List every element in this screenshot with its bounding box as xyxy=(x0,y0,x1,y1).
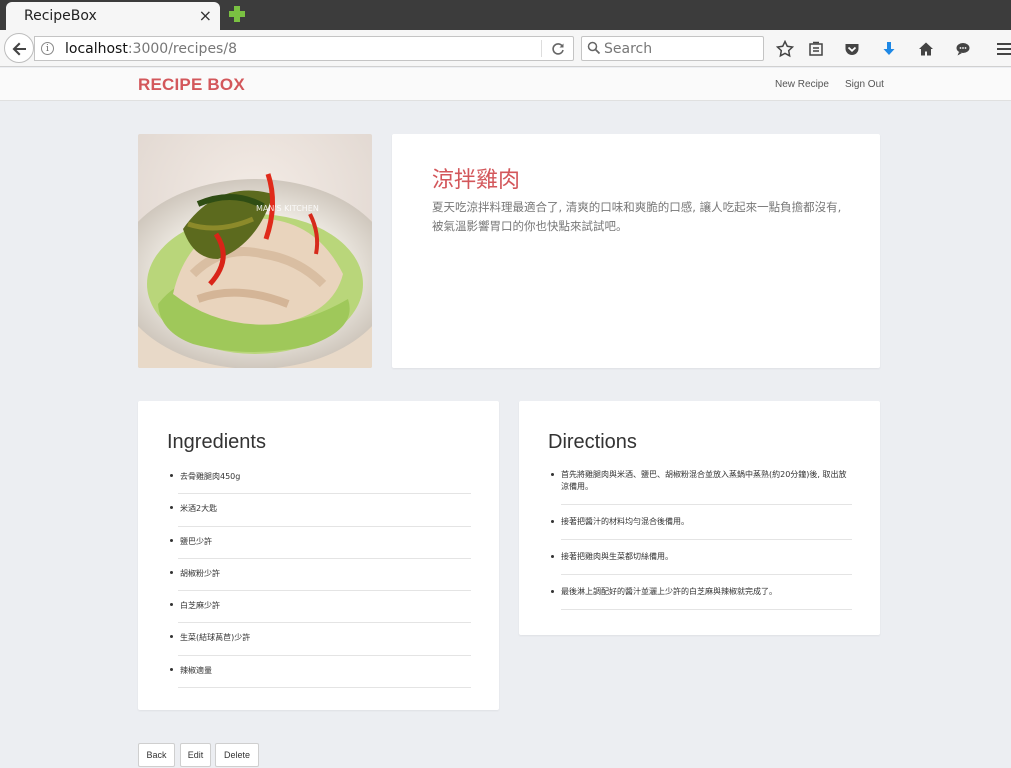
app-header: RECIPE BOX New Recipe Sign Out xyxy=(0,68,1011,101)
divider xyxy=(561,539,852,540)
ingredient-item: 胡椒粉少許 xyxy=(170,565,471,597)
ingredients-card: Ingredients 去骨雞腿肉450g 米酒2大匙 鹽巴少許 胡椒粉少許 白… xyxy=(138,401,499,710)
ingredient-text: 米酒2大匙 xyxy=(180,504,218,514)
ingredient-text: 鹽巴少許 xyxy=(180,536,212,546)
image-watermark: MAN'S KITCHEN xyxy=(256,204,319,213)
search-icon xyxy=(587,41,601,55)
recipe-summary-card: 涼拌雞肉 夏天吃涼拌料理最適合了, 清爽的口味和爽脆的口感, 讓人吃起來一點負擔… xyxy=(392,134,880,368)
nav-sign-out-link[interactable]: Sign Out xyxy=(845,79,884,90)
brand-logo[interactable]: RECIPE BOX xyxy=(138,75,245,95)
download-arrow-icon[interactable] xyxy=(878,38,900,60)
recipe-image: MAN'S KITCHEN xyxy=(138,134,372,368)
direction-text: 最後淋上調配好的醬汁並灑上少許的白芝麻與辣椒就完成了。 xyxy=(561,587,777,596)
chat-bubble-icon[interactable] xyxy=(952,38,974,60)
ingredients-list: 去骨雞腿肉450g 米酒2大匙 鹽巴少許 胡椒粉少許 白芝麻少許 生菜(結球萵苣… xyxy=(170,468,471,694)
ingredient-item: 白芝麻少許 xyxy=(170,597,471,629)
info-icon[interactable]: i xyxy=(41,42,54,55)
bookmark-star-icon[interactable] xyxy=(774,38,796,60)
home-icon[interactable] xyxy=(915,38,937,60)
divider xyxy=(178,493,471,495)
divider xyxy=(178,654,471,656)
back-button[interactable]: Back xyxy=(138,743,175,767)
direction-step: 接著把雞肉與生菜都切絲備用。 xyxy=(551,551,852,575)
ingredient-text: 生菜(結球萵苣)少許 xyxy=(180,633,251,643)
url-divider xyxy=(541,40,542,57)
divider xyxy=(561,574,852,575)
directions-card: Directions 首先將雞腿肉與米酒、鹽巴、胡椒粉混合並放入蒸鍋中蒸熟(約2… xyxy=(519,401,880,635)
search-input[interactable] xyxy=(604,39,754,58)
browser-toolbar: i localhost:3000/recipes/8 xyxy=(0,30,1011,67)
ingredient-item: 米酒2大匙 xyxy=(170,500,471,532)
pocket-icon[interactable] xyxy=(841,38,863,60)
url-text: localhost:3000/recipes/8 xyxy=(65,41,237,57)
reader-list-icon[interactable] xyxy=(805,38,827,60)
url-host: localhost xyxy=(65,41,128,57)
direction-step: 首先將雞腿肉與米酒、鹽巴、胡椒粉混合並放入蒸鍋中蒸熟(約20分鐘)後, 取出放涼… xyxy=(551,469,852,505)
divider xyxy=(561,609,852,610)
divider xyxy=(561,504,852,505)
divider xyxy=(178,622,471,624)
ingredient-text: 辣椒適量 xyxy=(180,665,212,675)
direction-step: 接著把醬汁的材料均勻混合後備用。 xyxy=(551,516,852,540)
delete-button[interactable]: Delete xyxy=(215,743,259,767)
ingredient-item: 生菜(結球萵苣)少許 xyxy=(170,629,471,661)
search-bar[interactable] xyxy=(581,36,764,61)
ingredient-item: 辣椒適量 xyxy=(170,662,471,694)
ingredient-text: 胡椒粉少許 xyxy=(180,568,220,578)
recipe-description: 夏天吃涼拌料理最適合了, 清爽的口味和爽脆的口感, 讓人吃起來一點負擔都沒有, … xyxy=(432,200,842,233)
browser-tab[interactable]: RecipeBox × xyxy=(6,2,220,30)
direction-text: 接著把醬汁的材料均勻混合後備用。 xyxy=(561,517,689,526)
divider xyxy=(178,687,471,689)
tab-close-icon[interactable]: × xyxy=(199,6,212,25)
edit-button[interactable]: Edit xyxy=(180,743,211,767)
back-arrow-icon[interactable] xyxy=(4,33,34,63)
divider xyxy=(178,525,471,527)
url-path: :3000/recipes/8 xyxy=(127,41,237,57)
direction-text: 首先將雞腿肉與米酒、鹽巴、胡椒粉混合並放入蒸鍋中蒸熟(約20分鐘)後, 取出放涼… xyxy=(561,470,847,491)
hamburger-menu-icon[interactable] xyxy=(993,38,1011,60)
directions-heading: Directions xyxy=(548,431,637,453)
tab-title: RecipeBox xyxy=(24,8,97,24)
direction-text: 接著把雞肉與生菜都切絲備用。 xyxy=(561,552,673,561)
ingredients-heading: Ingredients xyxy=(167,431,266,453)
directions-list: 首先將雞腿肉與米酒、鹽巴、胡椒粉混合並放入蒸鍋中蒸熟(約20分鐘)後, 取出放涼… xyxy=(551,469,852,621)
divider xyxy=(178,590,471,592)
reload-icon[interactable] xyxy=(551,42,565,56)
ingredient-item: 鹽巴少許 xyxy=(170,533,471,565)
ingredient-text: 白芝麻少許 xyxy=(180,601,220,611)
ingredient-text: 去骨雞腿肉450g xyxy=(180,472,241,481)
nav-new-recipe-link[interactable]: New Recipe xyxy=(775,79,829,90)
url-bar[interactable]: i localhost:3000/recipes/8 xyxy=(34,36,574,61)
recipe-title: 涼拌雞肉 xyxy=(432,168,521,193)
divider xyxy=(178,557,471,559)
ingredient-item: 去骨雞腿肉450g xyxy=(170,468,471,500)
new-tab-icon[interactable] xyxy=(228,5,246,23)
direction-step: 最後淋上調配好的醬汁並灑上少許的白芝麻與辣椒就完成了。 xyxy=(551,586,852,610)
browser-tab-bar: RecipeBox × xyxy=(0,0,1011,30)
